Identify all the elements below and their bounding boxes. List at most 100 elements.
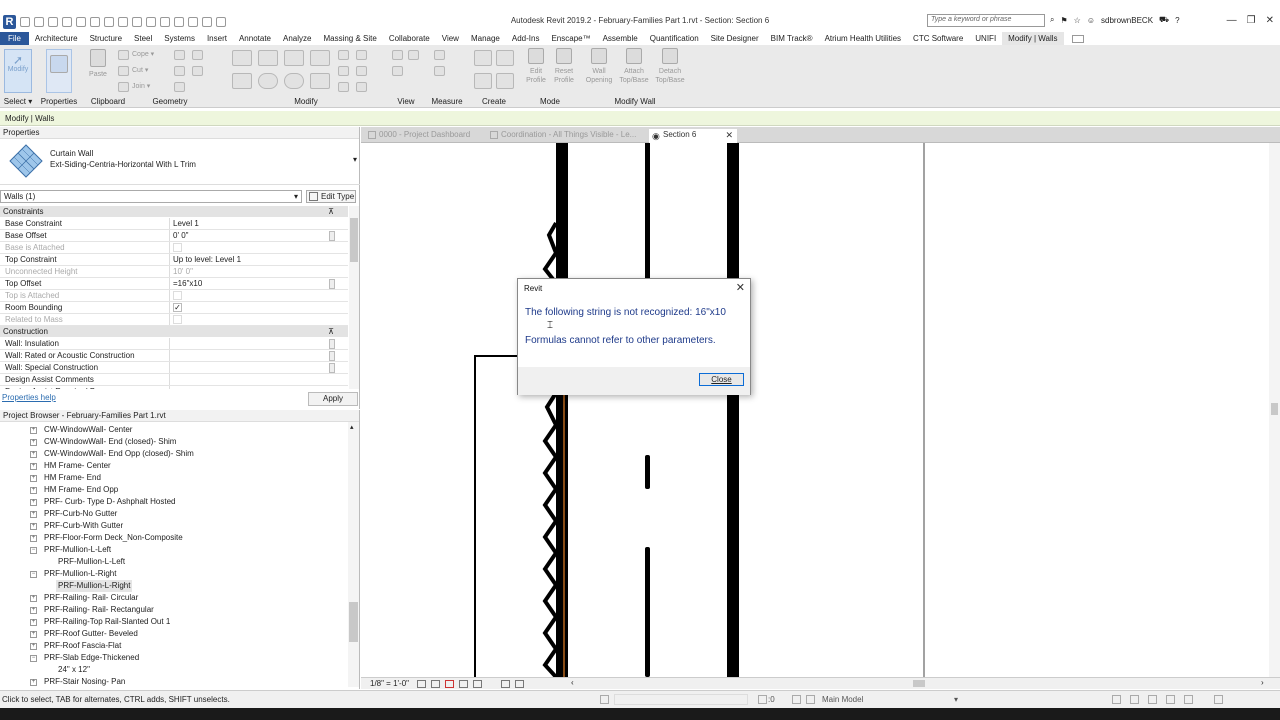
scroll-thumb[interactable]	[349, 602, 358, 642]
family-node[interactable]: PRF-Railing- Rail- Rectangular	[44, 604, 154, 616]
property-value-cell[interactable]	[170, 338, 348, 349]
paint-icon[interactable]	[174, 66, 185, 76]
type-selector[interactable]: Curtain Wall Ext-Siding-Centria-Horizont…	[0, 139, 360, 185]
property-value-cell[interactable]	[170, 362, 348, 373]
menu-tab-analyze[interactable]: Analyze	[277, 32, 317, 45]
checkbox[interactable]	[173, 243, 182, 252]
associate-parameter-icon[interactable]	[329, 279, 335, 289]
menu-tab-architecture[interactable]: Architecture	[29, 32, 84, 45]
menu-tab-unifi[interactable]: UNIFI	[969, 32, 1002, 45]
family-node[interactable]: HM Frame- End Opp	[44, 484, 118, 496]
visual-style-icon[interactable]	[431, 680, 440, 688]
select-by-face-icon[interactable]	[1166, 695, 1175, 704]
modify-button[interactable]: ➚ Modify	[4, 49, 32, 93]
property-value-cell[interactable]: 0' 0"	[170, 230, 348, 241]
family-node[interactable]: PRF- Curb- Type D- Ashphalt Hosted	[44, 496, 175, 508]
expand-icon[interactable]: +	[30, 522, 37, 530]
menu-tab-bim-track[interactable]: BIM Track®	[765, 32, 819, 45]
menu-tab-manage[interactable]: Manage	[465, 32, 506, 45]
family-node[interactable]: HM Frame- End	[44, 472, 101, 484]
menu-tab-insert[interactable]: Insert	[201, 32, 233, 45]
family-node[interactable]: PRF-Stair Nosing- Pan	[44, 676, 125, 688]
family-node[interactable]: PRF-Mullion-L-Right	[44, 568, 116, 580]
search-input[interactable]: Type a keyword or phrase	[927, 14, 1045, 27]
scroll-up-icon[interactable]: ▴	[350, 423, 354, 431]
expand-icon[interactable]: +	[30, 606, 37, 614]
pin-icon[interactable]	[356, 66, 367, 76]
coping-icon[interactable]	[118, 50, 129, 60]
family-node[interactable]: PRF-Railing- Rail- Circular	[44, 592, 138, 604]
collapse-icon[interactable]: −	[30, 654, 37, 662]
join-icon[interactable]	[118, 82, 129, 92]
property-row[interactable]: Base is Attached	[0, 242, 348, 254]
property-row[interactable]: Top Offset =16"x10	[0, 278, 348, 290]
minimize-icon[interactable]: —	[1227, 15, 1237, 26]
type-node[interactable]: PRF-Mullion-L-Right	[56, 580, 133, 592]
scroll-thumb[interactable]	[350, 218, 358, 262]
property-row[interactable]: Design Assist Comments	[0, 374, 348, 386]
tab-project-dashboard[interactable]: 0000 - Project Dashboard	[365, 129, 483, 143]
menu-tab-massing-site[interactable]: Massing & Site	[317, 32, 382, 45]
expand-icon[interactable]: +	[30, 462, 37, 470]
menu-tab-annotate[interactable]: Annotate	[233, 32, 277, 45]
expand-icon[interactable]: +	[30, 534, 37, 542]
subscription-icon[interactable]: ⚑	[1060, 16, 1067, 25]
create-group-icon[interactable]	[474, 73, 492, 89]
menu-tab-ctc-software[interactable]: CTC Software	[907, 32, 969, 45]
reveal-hidden-icon[interactable]	[515, 680, 524, 688]
cart-icon[interactable]: ⛟	[1159, 15, 1169, 25]
select-dropdown[interactable]: Select ▾	[0, 97, 36, 106]
drag-elements-icon[interactable]	[1184, 695, 1193, 704]
cut-button[interactable]: Cut ▾	[132, 66, 148, 75]
design-options-icon[interactable]	[792, 695, 801, 704]
menu-tab-systems[interactable]: Systems	[158, 32, 201, 45]
cut-geometry-icon[interactable]	[118, 66, 129, 76]
menu-tab-site-designer[interactable]: Site Designer	[705, 32, 765, 45]
menu-tab-view[interactable]: View	[436, 32, 465, 45]
linework-icon[interactable]	[392, 66, 403, 76]
expand-icon[interactable]: +	[30, 438, 37, 446]
expand-icon[interactable]: +	[30, 450, 37, 458]
expand-icon[interactable]: +	[30, 510, 37, 518]
type-node[interactable]: PRF-Mullion-L-Left	[58, 556, 125, 568]
close-button[interactable]: Close	[699, 373, 744, 386]
property-checkbox-cell[interactable]: ✓	[170, 302, 348, 313]
type-dropdown-icon[interactable]: ▾	[353, 155, 357, 164]
family-node[interactable]: PRF-Floor-Form Deck_Non-Composite	[44, 532, 183, 544]
browser-scrollbar[interactable]	[348, 422, 359, 687]
unpin-icon[interactable]	[338, 82, 349, 92]
edit-profile-button[interactable]: Edit Profile	[522, 48, 550, 85]
split-icon[interactable]	[338, 50, 349, 60]
property-checkbox-cell[interactable]	[170, 314, 348, 325]
checkbox[interactable]	[173, 315, 182, 324]
instance-filter-select[interactable]: Walls (1) ▾	[0, 190, 302, 203]
property-row[interactable]: Top Constraint Up to level: Level 1	[0, 254, 348, 266]
menu-tab-file[interactable]: File	[0, 32, 29, 45]
sun-path-icon[interactable]	[445, 680, 454, 688]
split-face-icon[interactable]	[192, 50, 203, 60]
type-node[interactable]: 24" x 12"	[58, 664, 90, 676]
editable-icon[interactable]	[758, 695, 767, 704]
ribbon-toggle-icon[interactable]	[1071, 34, 1084, 43]
menu-tab-atrium-health-utilities[interactable]: Atrium Health Utilities	[819, 32, 907, 45]
family-node[interactable]: PRF-Roof Fascia-Flat	[44, 640, 121, 652]
filter-icon[interactable]	[1214, 695, 1223, 704]
scroll-thumb[interactable]	[913, 680, 925, 687]
expand-icon[interactable]: +	[30, 498, 37, 506]
join-button[interactable]: Join ▾	[132, 82, 150, 91]
select-links-icon[interactable]	[1112, 695, 1121, 704]
wall-joins-icon[interactable]	[174, 50, 185, 60]
property-value-cell[interactable]	[170, 386, 348, 389]
family-node[interactable]: PRF-Roof Gutter- Beveled	[44, 628, 138, 640]
reset-profile-button[interactable]: Reset Profile	[550, 48, 578, 85]
close-tab-icon[interactable]: ✕	[725, 129, 733, 141]
detail-level-icon[interactable]	[417, 680, 426, 688]
mirror-axis-icon[interactable]	[284, 50, 304, 66]
expand-icon[interactable]: +	[30, 426, 37, 434]
tab-coordination[interactable]: Coordination - All Things Visible - Le..…	[487, 129, 645, 143]
property-value-cell[interactable]: Up to level: Level 1	[170, 254, 348, 265]
workset-select[interactable]	[614, 694, 748, 705]
property-value-cell[interactable]	[170, 350, 348, 361]
scroll-thumb[interactable]	[1271, 403, 1278, 415]
properties-button[interactable]	[46, 49, 72, 93]
